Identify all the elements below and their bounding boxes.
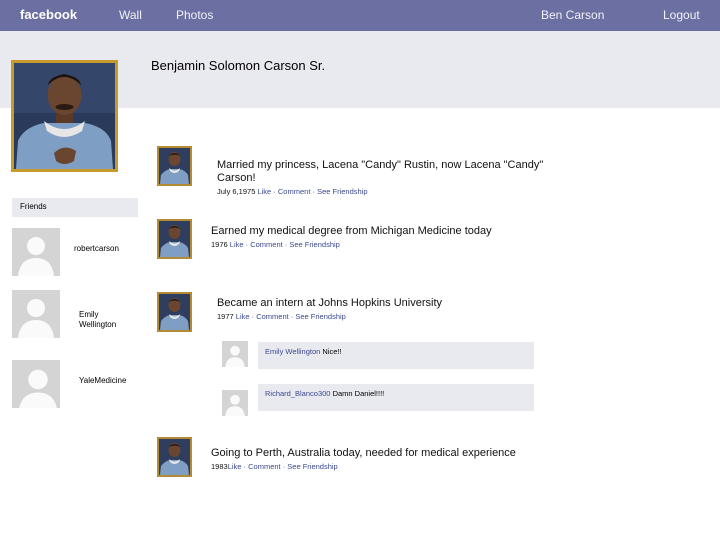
post-author-thumbnail[interactable] xyxy=(157,219,192,259)
post-date: 1983 xyxy=(211,462,228,471)
post-meta: 1976 Like · Comment · See Friendship xyxy=(211,240,340,249)
post-text: Earned my medical degree from Michigan M… xyxy=(211,225,492,237)
default-user-icon xyxy=(12,290,60,338)
post-actions[interactable]: Like · Comment · See Friendship xyxy=(230,240,340,249)
post-text: Married my princess, Lacena "Candy" Rust… xyxy=(217,159,544,184)
default-user-icon xyxy=(222,390,248,416)
friend-avatar[interactable] xyxy=(12,360,60,408)
person-thumbnail-icon xyxy=(159,148,190,184)
post-text: Going to Perth, Australia today, needed … xyxy=(211,447,516,459)
friends-header: Friends xyxy=(12,198,138,217)
nav-user-link[interactable]: Ben Carson xyxy=(541,8,604,22)
person-portrait-icon xyxy=(14,63,115,169)
nav-photos-link[interactable]: Photos xyxy=(176,8,213,22)
logout-link[interactable]: Logout xyxy=(663,8,700,22)
comment-avatar[interactable] xyxy=(222,390,248,416)
default-user-icon xyxy=(222,341,248,367)
friends-heading: Friends xyxy=(20,202,47,211)
comment-author-link[interactable]: Emily Wellington xyxy=(265,347,320,356)
post-actions[interactable]: Like · Comment · See Friendship xyxy=(257,187,367,196)
top-nav-bar: facebook Wall Photos Ben Carson Logout xyxy=(0,0,720,31)
post-actions[interactable]: Like · Comment · See Friendship xyxy=(236,312,346,321)
comment-text: Nice!! xyxy=(322,347,342,356)
comment: Emily Wellington Nice!! xyxy=(258,342,534,369)
comment: Richard_Blanco300 Damn Daniel!!!! xyxy=(258,384,534,411)
person-thumbnail-icon xyxy=(159,221,190,257)
profile-name: Benjamin Solomon Carson Sr. xyxy=(151,58,326,73)
default-user-icon xyxy=(12,228,60,276)
post-actions[interactable]: Like · Comment · See Friendship xyxy=(228,462,338,471)
post-text: Became an intern at Johns Hopkins Univer… xyxy=(217,297,442,309)
comment-body: Emily Wellington Nice!! xyxy=(265,347,342,356)
post-author-thumbnail[interactable] xyxy=(157,146,192,186)
post-author-thumbnail[interactable] xyxy=(157,292,192,332)
friend-name-link[interactable]: YaleMedicine xyxy=(79,376,126,386)
friend-avatar[interactable] xyxy=(12,290,60,338)
post-date: 1977 xyxy=(217,312,234,321)
default-user-icon xyxy=(12,360,60,408)
comment-avatar[interactable] xyxy=(222,341,248,367)
friend-name-link[interactable]: robertcarson xyxy=(74,244,119,254)
post-meta: July 6,1975 Like · Comment · See Friends… xyxy=(217,187,368,196)
profile-photo[interactable] xyxy=(11,60,118,172)
post-date: 1976 xyxy=(211,240,228,249)
comment-body: Richard_Blanco300 Damn Daniel!!!! xyxy=(265,389,384,398)
comment-author-link[interactable]: Richard_Blanco300 xyxy=(265,389,330,398)
person-thumbnail-icon xyxy=(159,294,190,330)
post-meta: 1983Like · Comment · See Friendship xyxy=(211,462,338,471)
post-meta: 1977 Like · Comment · See Friendship xyxy=(217,312,346,321)
facebook-logo[interactable]: facebook xyxy=(20,7,77,22)
friend-avatar[interactable] xyxy=(12,228,60,276)
friend-name-link[interactable]: Emily Wellington xyxy=(79,310,116,330)
nav-wall-link[interactable]: Wall xyxy=(119,8,142,22)
post-date: July 6,1975 xyxy=(217,187,256,196)
person-thumbnail-icon xyxy=(159,439,190,475)
comment-text: Damn Daniel!!!! xyxy=(332,389,385,398)
post-author-thumbnail[interactable] xyxy=(157,437,192,477)
